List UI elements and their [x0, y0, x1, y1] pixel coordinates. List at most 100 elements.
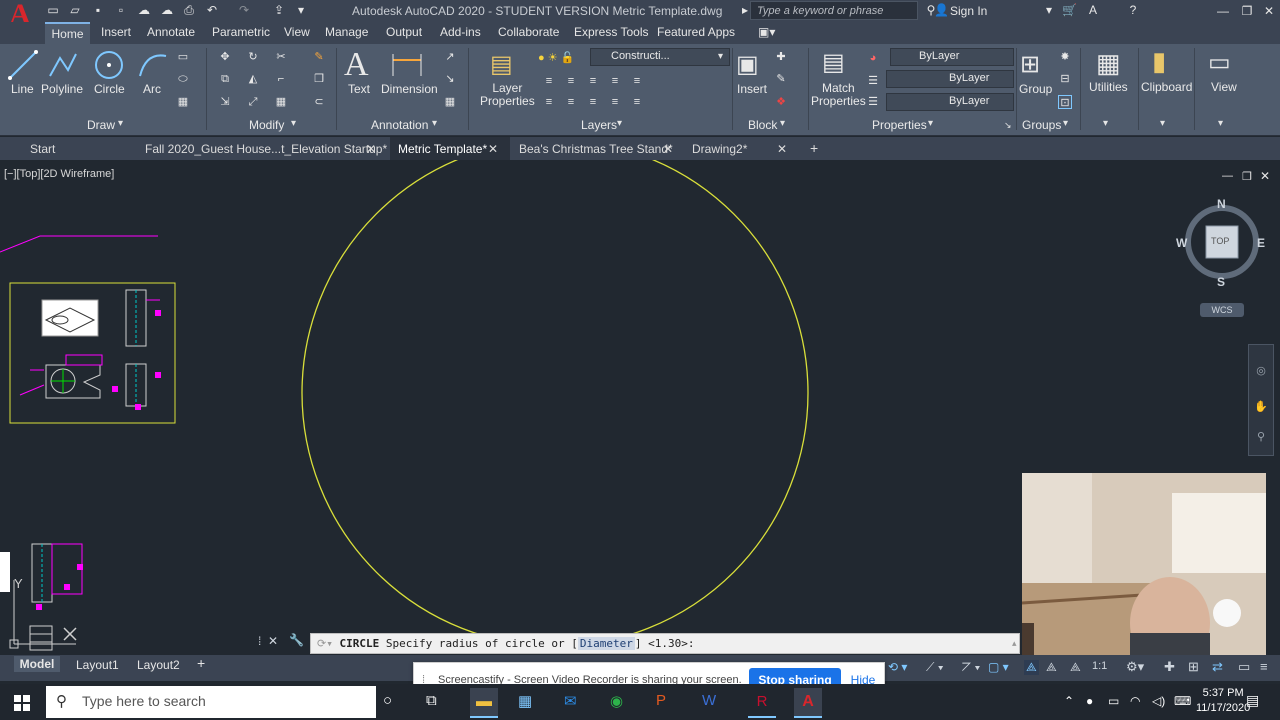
volume-icon[interactable]: ◁)	[1152, 694, 1165, 708]
layer-dropdown-arrow-icon[interactable]: ▾	[718, 51, 723, 62]
chrome-icon[interactable]: ◉	[610, 692, 623, 710]
windows-start-icon[interactable]	[0, 684, 44, 720]
help-search-input[interactable]: Type a keyword or phrase	[750, 1, 918, 20]
layer-freeze-icon[interactable]: ≡	[586, 74, 600, 88]
tab-home[interactable]: Home	[45, 22, 90, 44]
word-icon[interactable]: W	[702, 692, 716, 709]
store-icon[interactable]: ▦	[518, 692, 532, 710]
circle-button[interactable]: Circle	[94, 82, 125, 96]
leader-dropdown-icon[interactable]: ↘	[443, 72, 457, 86]
steering-wheel-icon[interactable]: ◎	[1254, 364, 1268, 378]
properties-expand-icon[interactable]: ▾	[928, 118, 933, 129]
tab-add-ins[interactable]: Add-ins	[440, 25, 481, 39]
revit-icon[interactable]: R	[748, 688, 776, 718]
clipboard-expand-icon[interactable]: ▾	[1160, 118, 1165, 129]
block-expand-icon[interactable]: ▾	[780, 118, 785, 129]
match-properties-button[interactable]: Match Properties	[811, 82, 866, 108]
customize-dropdown-icon[interactable]: ▾	[294, 3, 308, 17]
annotation-expand-icon[interactable]: ▾	[432, 118, 437, 129]
restore-icon[interactable]: ❐	[1238, 3, 1256, 19]
array-icon[interactable]: ▦	[274, 95, 288, 109]
layer-thaw-icon[interactable]: ≡	[586, 95, 600, 109]
share-icon[interactable]: ⇪	[272, 3, 286, 17]
keyboard-icon[interactable]: ⌨	[1174, 694, 1191, 708]
annotation-scale-icon[interactable]: ⟁	[1070, 660, 1081, 675]
file-tab-start[interactable]: Start	[30, 142, 55, 156]
viewcube-east[interactable]: E	[1257, 236, 1265, 250]
autocad-taskbar-icon[interactable]: A	[794, 688, 822, 718]
ungroup-icon[interactable]: ✸	[1058, 50, 1072, 64]
view-button[interactable]: View	[1211, 80, 1237, 94]
draw-panel-label[interactable]: Draw	[87, 118, 115, 132]
group-selection-icon[interactable]: ⊡	[1058, 95, 1072, 109]
autoscale-icon[interactable]: ⟁	[1046, 660, 1057, 675]
minimize-icon[interactable]: —	[1214, 3, 1232, 19]
make-current-icon[interactable]: ≡	[542, 95, 556, 109]
arc-button[interactable]: Arc	[143, 82, 161, 96]
layout-tab-model[interactable]: Model	[14, 656, 60, 672]
create-block-icon[interactable]: ✚	[774, 50, 788, 64]
layer-match-icon[interactable]: ≡	[630, 74, 644, 88]
group-edit-icon[interactable]: ⊟	[1058, 72, 1072, 86]
mail-icon[interactable]: ✉	[564, 692, 577, 710]
new-tab-icon[interactable]: +	[810, 140, 818, 156]
cortana-icon[interactable]: ○	[383, 692, 392, 709]
dimension-button[interactable]: Dimension	[381, 82, 438, 96]
powerpoint-icon[interactable]: P	[656, 692, 666, 709]
insert-button[interactable]: Insert	[737, 82, 767, 96]
color-dropdown[interactable]: ByLayer	[890, 48, 1014, 66]
wcs-menu[interactable]: WCS	[1200, 303, 1244, 317]
utilities-button[interactable]: Utilities	[1089, 80, 1128, 94]
sign-in-dropdown-icon[interactable]: ▾	[1042, 3, 1056, 17]
layer-dropdown[interactable]: Constructi...	[590, 48, 730, 66]
linetype-icon[interactable]: ☰	[866, 74, 880, 88]
layer-properties-button[interactable]: Layer Properties	[480, 82, 535, 108]
table-icon[interactable]: ▦	[443, 95, 457, 109]
cart-icon[interactable]: 🛒	[1062, 3, 1077, 17]
tab-insert[interactable]: Insert	[101, 25, 131, 39]
color-wheel-icon[interactable]: ◕	[866, 51, 880, 65]
file-tab-close-icon[interactable]: ✕	[777, 142, 787, 156]
add-layout-icon[interactable]: +	[197, 655, 205, 671]
modify-panel-label[interactable]: Modify	[249, 118, 284, 132]
rectangle-icon[interactable]: ▭	[176, 50, 190, 64]
tab-collaborate[interactable]: Collaborate	[498, 25, 559, 39]
tab-view[interactable]: View	[284, 25, 310, 39]
erase-icon[interactable]: ✎	[312, 50, 326, 64]
move-icon[interactable]: ✥	[218, 50, 232, 64]
units-icon[interactable]: ⊞	[1188, 659, 1199, 675]
viewcube-top-face[interactable]: TOP	[1211, 236, 1229, 246]
close-icon[interactable]: ✕	[1260, 3, 1278, 19]
viewcube-south[interactable]: S	[1217, 275, 1225, 289]
undo-icon[interactable]: ↶	[205, 3, 219, 17]
clipboard-button[interactable]: Clipboard	[1141, 80, 1192, 94]
lineweight-icon[interactable]: ☰	[866, 95, 880, 109]
object-snap-icon[interactable]: ⦢ ▾	[962, 660, 980, 675]
draw-expand-icon[interactable]: ▾	[118, 118, 123, 129]
leader-icon[interactable]: ↗	[443, 50, 457, 64]
battery-icon[interactable]: ▭	[1108, 694, 1119, 708]
viewcube-north[interactable]: N	[1217, 197, 1226, 211]
copy-icon[interactable]: ⧉	[218, 72, 232, 86]
command-close-icon[interactable]: ✕	[268, 634, 278, 648]
linetype-dropdown[interactable]: ByLayer	[886, 70, 1014, 88]
zoom-extents-icon[interactable]: ⚲	[1254, 430, 1268, 444]
edit-block-icon[interactable]: ✎	[774, 72, 788, 86]
pan-icon[interactable]: ✋	[1254, 400, 1268, 414]
tab-featured-apps[interactable]: Featured Apps	[657, 25, 735, 39]
file-tab-close-icon[interactable]: ✕	[488, 142, 498, 156]
rotate-icon[interactable]: ↻	[246, 50, 260, 64]
tray-expand-icon[interactable]: ⌃	[1064, 694, 1074, 708]
mirror-icon[interactable]: ◭	[246, 72, 260, 86]
taskbar-clock[interactable]: 5:37 PM 11/17/2020	[1196, 686, 1250, 716]
tab-annotate[interactable]: Annotate	[147, 25, 195, 39]
new-file-icon[interactable]: ▭	[46, 3, 60, 17]
taskbar-search-input[interactable]: Type here to search	[46, 686, 376, 718]
file-tab-close-icon[interactable]: ✕	[366, 142, 376, 156]
fillet-icon[interactable]: ⌐	[274, 72, 288, 86]
save-as-icon[interactable]: ▫	[114, 3, 128, 17]
viewcube-west[interactable]: W	[1176, 236, 1187, 250]
hatch-icon[interactable]: ▦	[176, 95, 190, 109]
workspace-gear-icon[interactable]: ⚙▾	[1126, 659, 1144, 675]
command-grip-icon[interactable]: ⁞	[258, 634, 261, 648]
